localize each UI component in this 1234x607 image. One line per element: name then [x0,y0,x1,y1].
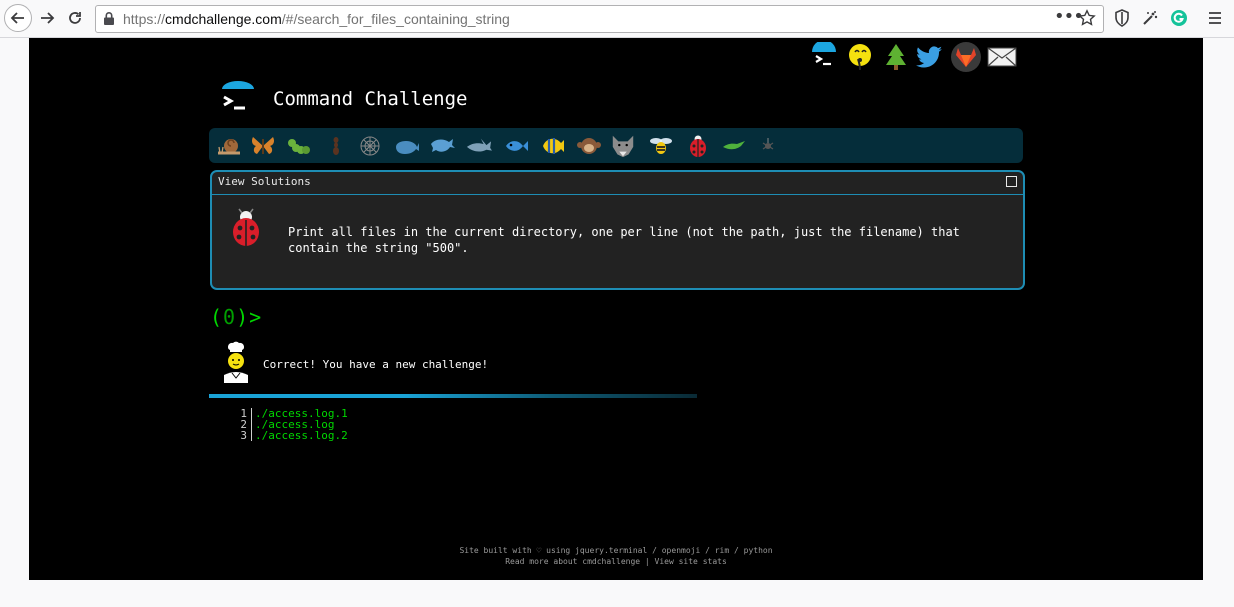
caterpillar-icon[interactable] [286,133,312,159]
gitlab-icon[interactable] [951,42,981,72]
page-content: Command Challenge View Solutions Print a… [29,38,1203,580]
address-bar[interactable]: https://cmdchallenge.com/#/search_for_fi… [95,5,1104,33]
ant-icon[interactable] [323,133,349,159]
chef-icon [220,339,252,387]
ladybug-icon [228,208,264,252]
spider-icon[interactable] [755,133,781,159]
reload-icon [69,12,81,24]
fortune-icon[interactable] [845,42,875,72]
url-path: /#/search_for_files_containing_string [281,11,510,27]
site-title[interactable]: Command Challenge [273,88,467,110]
hamburger-menu-icon[interactable] [1203,6,1227,30]
url-prefix: https:// [123,11,166,27]
fish-icon[interactable] [503,133,529,159]
forward-button[interactable] [34,5,60,31]
wolf-icon[interactable] [610,133,636,159]
ladybug-icon[interactable] [685,133,711,159]
grammarly-icon[interactable] [1167,6,1191,30]
tropical-fish-icon[interactable] [540,133,566,159]
terminal-prompt[interactable]: (0)> [210,305,262,329]
panel-header[interactable]: View Solutions [212,172,1023,195]
snail-icon[interactable] [216,133,242,159]
twitter-icon[interactable] [915,42,945,72]
back-arrow-icon [10,12,24,24]
shield-icon[interactable] [1110,6,1134,30]
result-message: Correct! You have a new challenge! [263,358,489,371]
web-icon[interactable] [357,133,383,159]
shark-icon[interactable] [466,133,492,159]
challenge-description: Print all files in the current directory… [288,225,960,255]
dolphin-icon[interactable] [429,133,455,159]
prompt-close: )> [236,305,263,329]
lizard-icon[interactable] [721,133,747,159]
site-footer: Site built with ♡ using jquery.terminal … [29,545,1203,567]
line-number: 3 [235,430,252,441]
envelope-icon[interactable] [987,42,1017,72]
browser-toolbar: https://cmdchallenge.com/#/search_for_fi… [0,0,1234,38]
url-host: cmdchallenge.com [165,11,282,27]
challenge-panel: View Solutions Print all files in the cu… [210,170,1025,290]
footer-links[interactable]: Read more about cmdchallenge | View site… [29,556,1203,567]
butterfly-icon[interactable] [250,133,276,159]
progress-bar [209,394,697,398]
footer-credits[interactable]: Site built with ♡ using jquery.terminal … [29,545,1203,556]
reload-button[interactable] [62,5,88,31]
bee-icon[interactable] [648,133,674,159]
social-links [809,40,1025,74]
tracker-blocker-icon[interactable] [1138,6,1162,30]
prompt-count: 0 [223,305,237,329]
forward-arrow-icon [41,12,55,24]
levels-bar [209,128,1023,163]
lock-icon [104,12,114,25]
back-button[interactable] [4,4,32,32]
cmdchallenge-logo-icon[interactable] [809,42,839,72]
whale-icon[interactable] [394,133,420,159]
view-solutions-link[interactable]: View Solutions [218,175,311,188]
expand-icon[interactable] [1006,176,1017,187]
url-text: https://cmdchallenge.com/#/search_for_fi… [123,11,510,27]
command-output: 1 ./access.log.1 2 ./access.log 3 ./acce… [235,408,348,441]
tree-icon[interactable] [881,42,911,72]
output-line: 3 ./access.log.2 [235,430,348,441]
monkey-icon[interactable] [576,133,602,159]
bookmark-star-icon[interactable] [1078,9,1096,31]
prompt-open: ( [210,305,224,329]
terminal-logo-icon[interactable] [218,78,258,118]
line-text: ./access.log.2 [255,429,348,442]
